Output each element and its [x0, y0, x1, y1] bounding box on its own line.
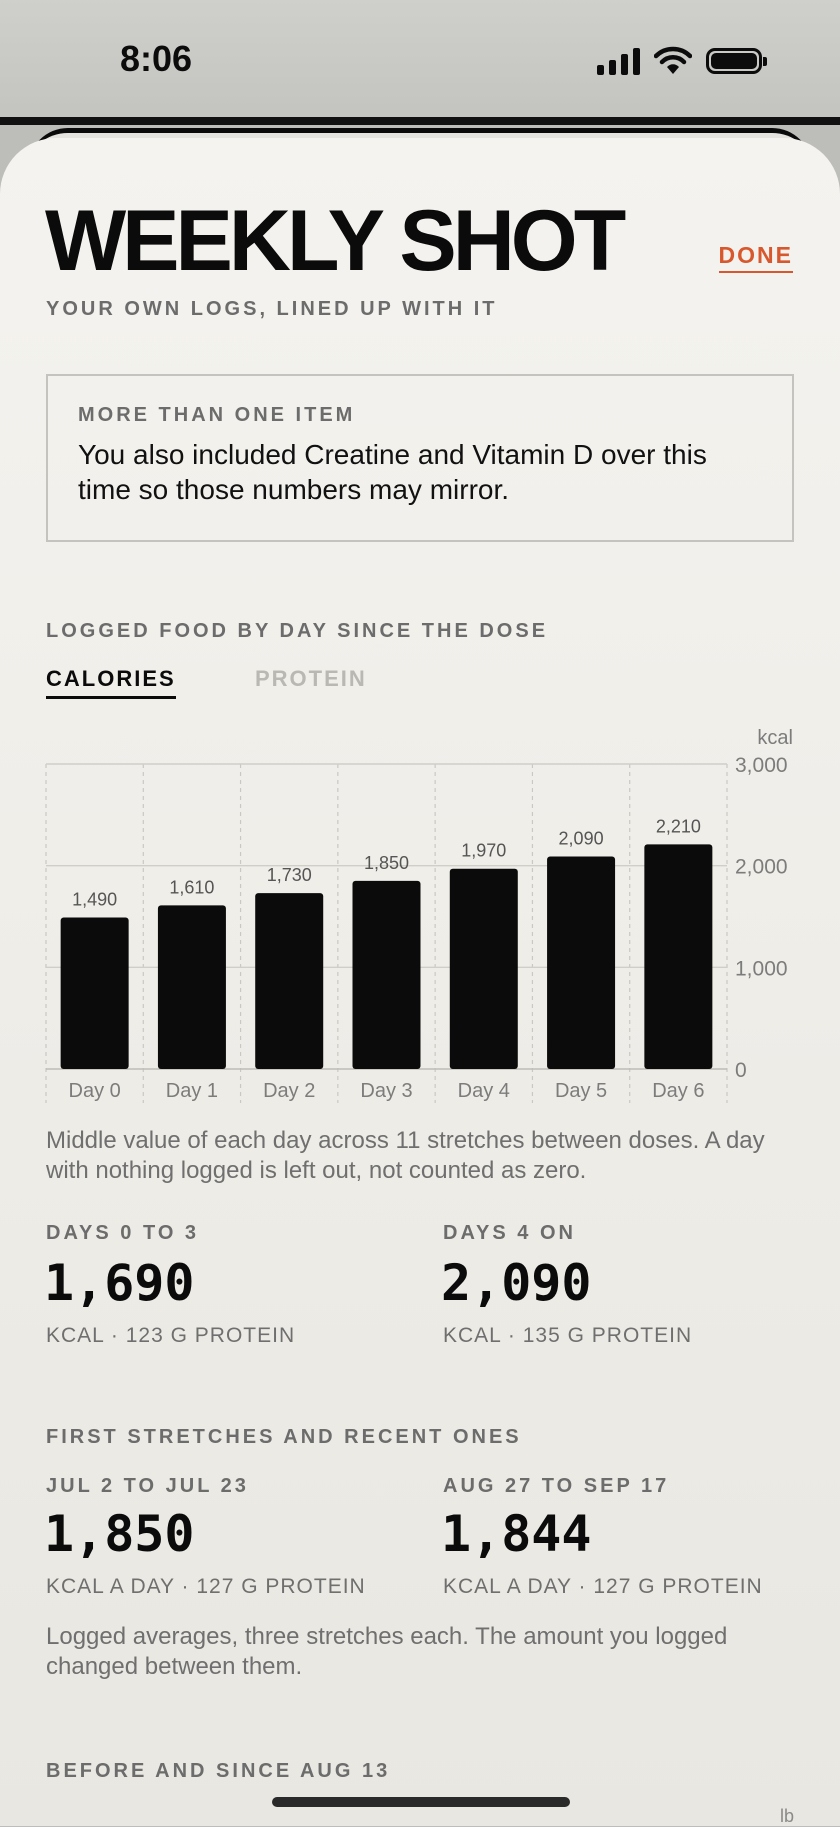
- x-category-label: Day 3: [360, 1080, 412, 1102]
- weekly-shot-sheet: WEEKLY SHOT DONE YOUR OWN LOGS, LINED UP…: [0, 138, 840, 1826]
- recent-stretch-value: 1,844: [441, 1505, 592, 1563]
- x-category-label: Day 5: [555, 1080, 607, 1102]
- before-since-label: BEFORE AND SINCE AUG 13: [46, 1760, 391, 1782]
- bar-day-3: [352, 880, 421, 1069]
- notice-body: You also included Creatine and Vitamin D…: [78, 439, 707, 505]
- notice-heading: MORE THAN ONE ITEM: [78, 404, 356, 426]
- bar-value-label: 1,970: [461, 841, 506, 861]
- days-0-to-3-value: 1,690: [44, 1254, 195, 1312]
- bar-value-label: 2,090: [559, 829, 604, 849]
- bar-day-1: [157, 905, 226, 1069]
- page-title: WEEKLY SHOT: [45, 193, 626, 289]
- bar-day-2: [255, 893, 324, 1069]
- days-0-to-3-sub: KCAL · 123 G PROTEIN: [46, 1324, 296, 1347]
- battery-icon: [706, 48, 767, 74]
- cellular-signal-icon: [597, 47, 640, 75]
- days-0-to-3-label: DAYS 0 TO 3: [46, 1222, 200, 1244]
- tab-calories[interactable]: CALORIES: [46, 666, 176, 699]
- bar-day-5: [547, 856, 616, 1069]
- y-tick-label: 3,000: [735, 754, 788, 777]
- y-tick-label: 2,000: [735, 856, 788, 879]
- x-category-label: Day 2: [263, 1080, 315, 1102]
- recent-stretch-sub: KCAL A DAY · 127 G PROTEIN: [443, 1575, 763, 1598]
- y-tick-label: 0: [735, 1059, 747, 1082]
- bar-value-label: 1,490: [72, 890, 117, 910]
- bar-value-label: 2,210: [656, 816, 701, 836]
- stretches-section-label: FIRST STRETCHES AND RECENT ONES: [46, 1426, 522, 1448]
- first-stretch-label: JUL 2 TO JUL 23: [46, 1475, 249, 1497]
- days-4-on-label: DAYS 4 ON: [443, 1222, 576, 1244]
- first-stretch-value: 1,850: [44, 1505, 195, 1563]
- multiple-items-notice: MORE THAN ONE ITEM You also included Cre…: [46, 374, 794, 542]
- y-unit-label: kcal: [757, 727, 793, 749]
- x-category-label: Day 4: [458, 1080, 510, 1102]
- tab-protein[interactable]: PROTEIN: [255, 666, 367, 696]
- x-category-label: Day 0: [69, 1080, 121, 1102]
- days-4-on-value: 2,090: [441, 1254, 592, 1312]
- food-section-label: LOGGED FOOD BY DAY SINCE THE DOSE: [46, 620, 549, 642]
- home-indicator[interactable]: [272, 1797, 570, 1807]
- bar-day-4: [449, 868, 518, 1069]
- done-button[interactable]: DONE: [718, 242, 793, 273]
- chart-note: Middle value of each day across 11 stret…: [46, 1127, 765, 1184]
- recent-stretch-label: AUG 27 TO SEP 17: [443, 1475, 670, 1497]
- top-divider: [0, 117, 840, 125]
- bar-value-label: 1,850: [364, 853, 409, 873]
- x-category-label: Day 6: [652, 1080, 704, 1102]
- y-tick-label: 1,000: [735, 957, 788, 980]
- weight-unit-label: lb: [779, 1806, 794, 1826]
- first-stretch-sub: KCAL A DAY · 127 G PROTEIN: [46, 1575, 366, 1598]
- bar-day-6: [644, 844, 713, 1069]
- page-subtitle: YOUR OWN LOGS, LINED UP WITH IT: [46, 298, 498, 320]
- status-icons: [597, 46, 767, 76]
- bar-value-label: 1,610: [169, 877, 214, 897]
- days-4-on-sub: KCAL · 135 G PROTEIN: [443, 1324, 693, 1347]
- status-time: 8:06: [120, 38, 193, 79]
- wifi-icon: [654, 46, 692, 74]
- x-category-label: Day 1: [166, 1080, 218, 1102]
- bar-day-0: [60, 917, 129, 1069]
- status-bar: 8:06: [0, 0, 840, 120]
- stretches-note: Logged averages, three stretches each. T…: [46, 1623, 728, 1680]
- bar-value-label: 1,730: [267, 865, 312, 885]
